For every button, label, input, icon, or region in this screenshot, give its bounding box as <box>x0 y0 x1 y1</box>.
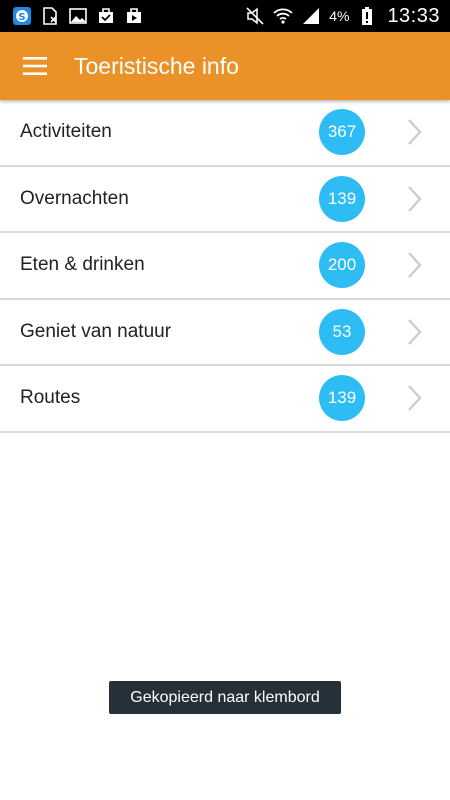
list-item-label: Geniet van natuur <box>20 320 172 342</box>
skype-icon: S <box>12 6 32 26</box>
chevron-right-icon <box>404 318 424 346</box>
count-badge: 139 <box>319 375 365 422</box>
category-list: Activiteiten 367 Overnachten 139 Eten & … <box>0 100 450 433</box>
signal-icon <box>301 6 321 26</box>
battery-percent: 4% <box>329 8 350 24</box>
app-bar: Toeristische info <box>0 32 450 100</box>
chevron-right-icon <box>404 118 424 146</box>
list-item-geniet-van-natuur[interactable]: Geniet van natuur 53 <box>0 300 450 366</box>
list-item-overnachten[interactable]: Overnachten 139 <box>0 167 450 233</box>
list-item-label: Eten & drinken <box>20 254 145 276</box>
list-item-label: Activiteiten <box>20 121 112 143</box>
toast-message: Gekopieerd naar klembord <box>109 681 341 714</box>
status-bar-system: 4% 13:33 <box>245 5 440 28</box>
clipboard-check-icon <box>96 6 116 26</box>
list-item-label: Routes <box>20 387 81 409</box>
list-item-label: Overnachten <box>20 187 129 209</box>
chevron-right-icon <box>404 251 424 279</box>
status-bar-notifications: S <box>12 6 144 26</box>
mute-icon <box>245 6 265 26</box>
play-store-icon <box>124 6 144 26</box>
count-badge: 200 <box>319 242 365 289</box>
count-badge: 367 <box>319 109 365 156</box>
image-icon <box>68 6 88 26</box>
wifi-icon <box>273 6 293 26</box>
page-title: Toeristische info <box>74 52 239 79</box>
chevron-right-icon <box>404 185 424 213</box>
count-badge: 53 <box>319 308 365 355</box>
hamburger-menu-icon <box>23 57 47 75</box>
chevron-right-icon <box>404 384 424 412</box>
status-bar: S 4% 13:33 <box>0 0 450 32</box>
status-clock: 13:33 <box>387 4 440 27</box>
svg-text:S: S <box>18 12 25 23</box>
list-item-routes[interactable]: Routes 139 <box>0 366 450 433</box>
list-item-activiteiten[interactable]: Activiteiten 367 <box>0 100 450 167</box>
count-badge: 139 <box>319 175 365 222</box>
battery-alert-icon <box>357 6 377 26</box>
menu-button[interactable] <box>0 32 70 100</box>
list-item-eten-drinken[interactable]: Eten & drinken 200 <box>0 233 450 300</box>
sim-card-icon <box>40 6 60 26</box>
